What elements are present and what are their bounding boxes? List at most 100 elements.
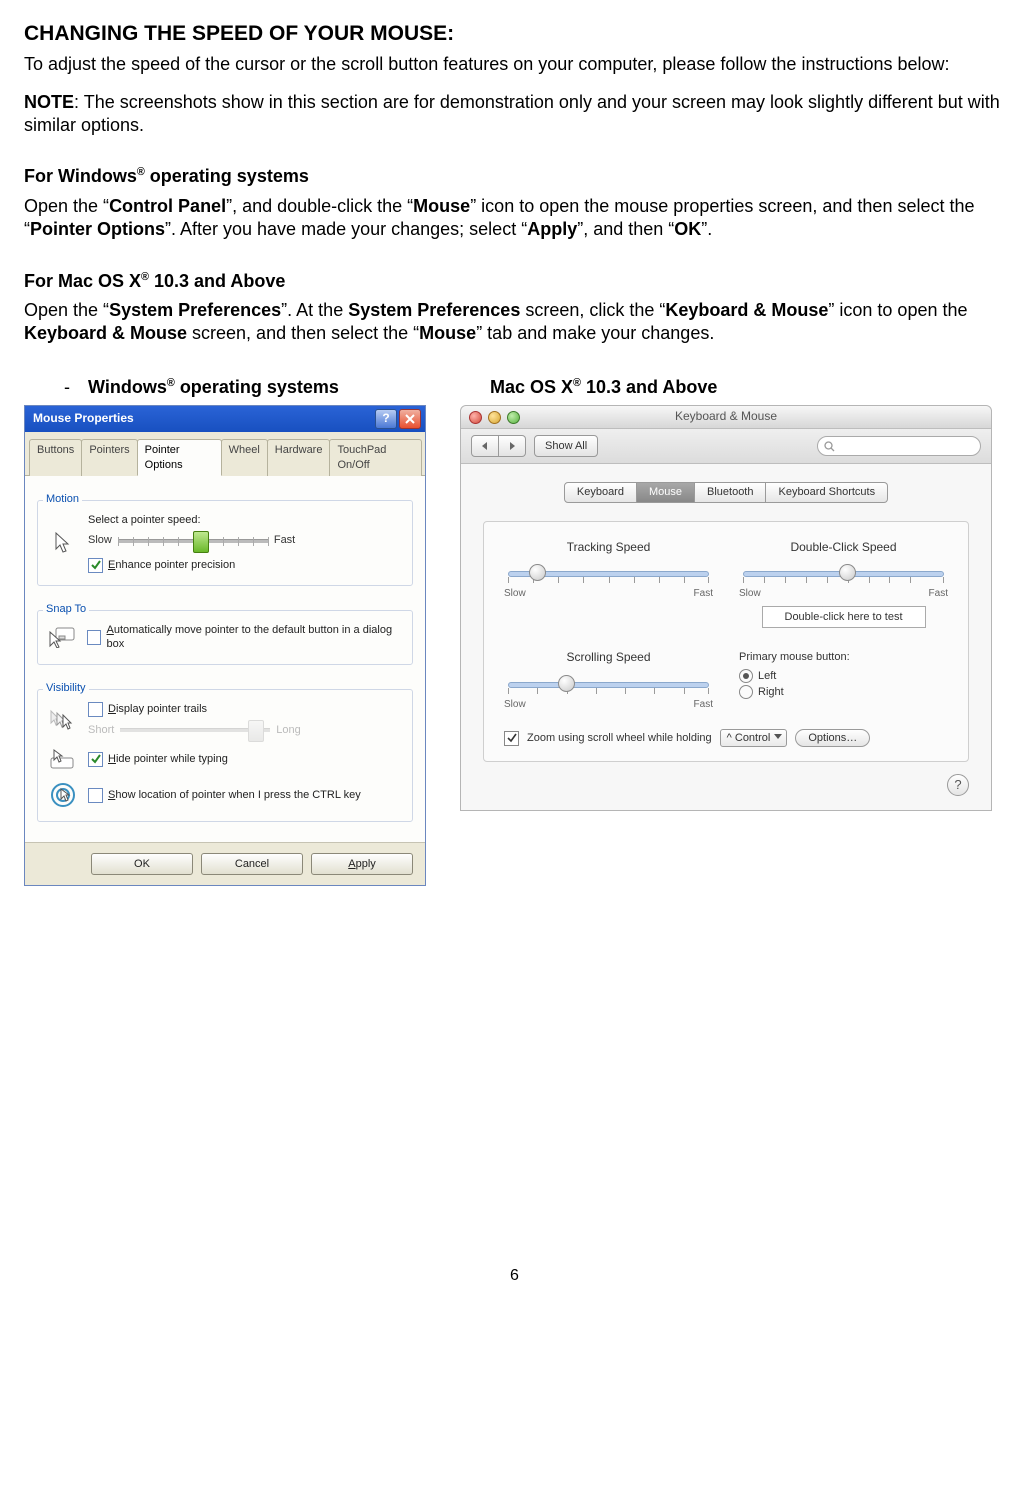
text-bold: Apply [527, 219, 577, 239]
caption-text: Windows [88, 377, 167, 397]
windows-mouse-properties-dialog: Mouse Properties ? Buttons Pointers Poin… [24, 405, 426, 886]
ctrl-locate-label: Show location of pointer when I press th… [108, 788, 361, 802]
trails-checkbox[interactable] [88, 702, 103, 717]
scrolling-speed-block: Scrolling Speed SlowFast [504, 650, 713, 711]
primary-button-label: Primary mouse button: [739, 650, 948, 664]
text-bold: Control Panel [109, 196, 226, 216]
intro-paragraph: To adjust the speed of the cursor or the… [24, 53, 1005, 76]
heading-text: For Mac OS X [24, 271, 141, 291]
double-click-speed-label: Double-Click Speed [739, 540, 948, 556]
close-button[interactable] [399, 409, 421, 429]
tab-keyboard[interactable]: Keyboard [564, 482, 637, 502]
modifier-select[interactable]: ^ Control [720, 729, 788, 747]
zoom-label: Zoom using scroll wheel while holding [527, 731, 712, 745]
pointer-speed-slider[interactable]: Slow Fast [88, 533, 402, 547]
snap-checkbox[interactable] [87, 630, 102, 645]
hide-checkbox[interactable] [88, 752, 103, 767]
window-title: Mouse Properties [33, 411, 134, 427]
windows-heading: For Windows® operating systems [24, 165, 1005, 188]
dash: - [64, 376, 70, 399]
tab-hardware[interactable]: Hardware [267, 439, 331, 476]
tab-pointer-options[interactable]: Pointer Options [137, 439, 222, 476]
hide-label: Hide pointer while typing [108, 752, 228, 766]
search-field[interactable] [817, 436, 981, 456]
motion-group: Select a pointer speed: Slow Fast [37, 500, 413, 586]
registered-symbol: ® [137, 166, 145, 178]
text: ”. At the [281, 300, 348, 320]
apply-button[interactable]: Apply [311, 853, 413, 875]
text: ”. [701, 219, 712, 239]
tab-bar: Keyboard Mouse Bluetooth Keyboard Shortc… [483, 482, 969, 502]
search-icon [824, 441, 835, 452]
back-button[interactable] [471, 435, 499, 457]
windows-caption: - Windows® operating systems [64, 376, 426, 399]
text-bold: Mouse [413, 196, 470, 216]
primary-left-radio[interactable] [739, 669, 753, 683]
close-button[interactable] [469, 411, 482, 424]
left-label: Left [758, 669, 776, 683]
registered-symbol: ® [141, 271, 149, 283]
tab-wheel[interactable]: Wheel [221, 439, 268, 476]
slow-label: Slow [88, 533, 112, 547]
close-icon [405, 414, 415, 424]
text: ”. After you have made your changes; sel… [165, 219, 527, 239]
hide-icon [48, 745, 78, 773]
scrolling-speed-slider[interactable] [504, 672, 713, 700]
options-button[interactable]: Options… [795, 729, 870, 747]
tracking-speed-block: Tracking Speed SlowFast [504, 540, 713, 629]
tab-buttons[interactable]: Buttons [29, 439, 82, 476]
mac-paragraph: Open the “System Preferences”. At the Sy… [24, 299, 1005, 346]
ctrl-locate-checkbox[interactable] [88, 788, 103, 803]
scrolling-speed-label: Scrolling Speed [504, 650, 713, 666]
primary-right-radio[interactable] [739, 685, 753, 699]
minimize-button[interactable] [488, 411, 501, 424]
motion-group-title: Motion [43, 493, 82, 505]
enhance-precision-label: Enhance pointer precision [108, 558, 235, 572]
forward-button[interactable] [499, 435, 526, 457]
enhance-precision-checkbox[interactable] [88, 558, 103, 573]
toolbar: Show All [461, 429, 991, 464]
tab-keyboard-shortcuts[interactable]: Keyboard Shortcuts [766, 482, 888, 502]
text-bold: System Preferences [348, 300, 520, 320]
tab-bluetooth[interactable]: Bluetooth [695, 482, 766, 502]
mac-heading: For Mac OS X® 10.3 and Above [24, 270, 1005, 293]
visibility-group: Display pointer trails Short Long [37, 689, 413, 822]
tab-touchpad[interactable]: TouchPad On/Off [329, 439, 422, 476]
tab-mouse[interactable]: Mouse [637, 482, 695, 502]
text: Open the “ [24, 196, 109, 216]
text: ”, and double-click the “ [226, 196, 413, 216]
mac-keyboard-mouse-window: Keyboard & Mouse Show All [460, 405, 992, 811]
page-number: 6 [24, 1266, 1005, 1287]
double-click-speed-block: Double-Click Speed SlowFast Double-click… [739, 540, 948, 629]
text-bold: Keyboard & Mouse [665, 300, 828, 320]
right-label: Right [758, 685, 784, 699]
titlebar[interactable]: Mouse Properties ? [25, 406, 425, 432]
visibility-group-title: Visibility [43, 682, 89, 694]
zoom-button[interactable] [507, 411, 520, 424]
text: Open the “ [24, 300, 109, 320]
help-button[interactable]: ? [375, 409, 397, 429]
trails-icon [48, 706, 78, 734]
windows-paragraph: Open the “Control Panel”, and double-cli… [24, 195, 1005, 242]
note-text: : The screenshots show in this section a… [24, 92, 1000, 135]
chevron-right-icon [508, 442, 516, 450]
help-button[interactable]: ? [947, 774, 969, 796]
text: ” icon to open the [828, 300, 967, 320]
fast-label: Fast [274, 533, 295, 547]
text-bold: Mouse [419, 323, 476, 343]
double-click-speed-slider[interactable] [739, 561, 948, 589]
caption-text: Mac OS X [490, 377, 573, 397]
caption-text: 10.3 and Above [581, 377, 717, 397]
tracking-speed-slider[interactable] [504, 561, 713, 589]
zoom-checkbox[interactable] [504, 731, 519, 746]
tab-pointers[interactable]: Pointers [81, 439, 137, 476]
show-all-button[interactable]: Show All [534, 435, 598, 457]
snapto-group: Automatically move pointer to the defaul… [37, 610, 413, 665]
double-click-test-field[interactable]: Double-click here to test [762, 606, 926, 628]
ok-button[interactable]: OK [91, 853, 193, 875]
titlebar[interactable]: Keyboard & Mouse [461, 406, 991, 429]
text: screen, click the “ [520, 300, 665, 320]
pointer-speed-label: Select a pointer speed: [88, 513, 402, 527]
mac-caption: Mac OS X® 10.3 and Above [490, 376, 992, 399]
cancel-button[interactable]: Cancel [201, 853, 303, 875]
